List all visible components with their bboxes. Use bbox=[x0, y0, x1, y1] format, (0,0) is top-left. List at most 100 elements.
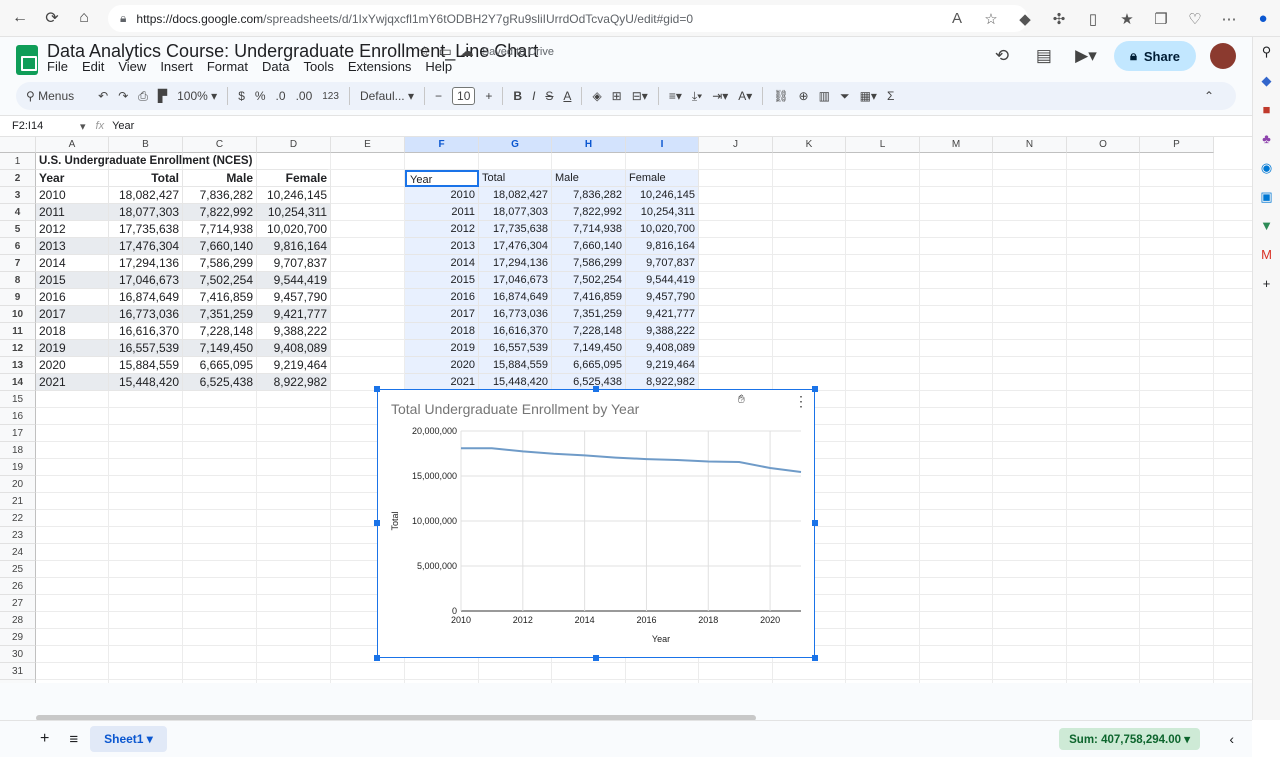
table-cell[interactable]: 17,294,136 bbox=[109, 255, 183, 272]
header-cell[interactable]: Year bbox=[36, 170, 109, 187]
table-cell[interactable]: 2017 bbox=[36, 306, 109, 323]
row-header[interactable]: 11 bbox=[0, 323, 36, 340]
chart-source-cell[interactable]: 18,082,427 bbox=[479, 187, 552, 204]
version-history-icon[interactable]: ⟲ bbox=[988, 46, 1016, 66]
resize-handle[interactable] bbox=[812, 386, 818, 392]
column-header-n[interactable]: N bbox=[993, 137, 1067, 153]
table-cell[interactable]: 7,714,938 bbox=[183, 221, 257, 238]
table-cell[interactable]: 18,082,427 bbox=[109, 187, 183, 204]
column-header-k[interactable]: K bbox=[773, 137, 846, 153]
table-cell[interactable]: 15,448,420 bbox=[109, 374, 183, 391]
chart-source-cell[interactable]: 9,388,222 bbox=[626, 323, 699, 340]
table-cell[interactable]: 9,816,164 bbox=[257, 238, 331, 255]
home-icon[interactable]: ⌂ bbox=[68, 2, 100, 34]
chart-source-cell[interactable]: 2016 bbox=[405, 289, 479, 306]
move-folder-icon[interactable]: ▭ bbox=[439, 43, 452, 60]
row-header[interactable]: 28 bbox=[0, 612, 36, 629]
all-sheets-icon[interactable]: ≡ bbox=[69, 731, 78, 748]
sum-indicator[interactable]: Sum: 407,758,294.00 ▾ bbox=[1059, 728, 1200, 750]
resize-handle[interactable] bbox=[374, 386, 380, 392]
table-cell[interactable]: 2016 bbox=[36, 289, 109, 306]
functions-icon[interactable]: Σ bbox=[887, 89, 894, 103]
chart-source-cell[interactable]: 17,046,673 bbox=[479, 272, 552, 289]
chart-source-cell[interactable]: 15,884,559 bbox=[479, 357, 552, 374]
menu-data[interactable]: Data bbox=[255, 59, 296, 74]
row-header[interactable]: 24 bbox=[0, 544, 36, 561]
paint-format-icon[interactable]: ▛ bbox=[158, 89, 167, 103]
chart-source-cell[interactable]: 7,586,299 bbox=[552, 255, 626, 272]
copilot-icon[interactable]: ● bbox=[1246, 10, 1280, 27]
resize-handle[interactable] bbox=[593, 655, 599, 661]
table-cell[interactable]: 7,228,148 bbox=[183, 323, 257, 340]
horizontal-align-icon[interactable]: ≡▾ bbox=[669, 89, 682, 103]
table-cell[interactable]: 7,416,859 bbox=[183, 289, 257, 306]
back-arrow-icon[interactable]: ← bbox=[4, 2, 36, 34]
share-button[interactable]: 🔒︎ Share bbox=[1114, 41, 1196, 71]
insert-chart-icon[interactable]: ▥ bbox=[819, 89, 830, 103]
fill-color-icon[interactable]: ◈ bbox=[592, 89, 601, 103]
row-header[interactable]: 23 bbox=[0, 527, 36, 544]
column-header-c[interactable]: C bbox=[183, 137, 257, 153]
chart-source-cell[interactable]: 9,707,837 bbox=[626, 255, 699, 272]
chart-source-cell[interactable]: 2011 bbox=[405, 204, 479, 221]
table-cell[interactable]: 10,020,700 bbox=[257, 221, 331, 238]
table-cell[interactable]: 9,408,089 bbox=[257, 340, 331, 357]
table-cell[interactable]: 6,525,438 bbox=[183, 374, 257, 391]
chart-source-cell[interactable]: 16,557,539 bbox=[479, 340, 552, 357]
table-cell[interactable]: 7,502,254 bbox=[183, 272, 257, 289]
table-cell[interactable]: 18,077,303 bbox=[109, 204, 183, 221]
chart-source-header-cell[interactable]: Female bbox=[626, 170, 699, 187]
menu-tools[interactable]: Tools bbox=[296, 59, 340, 74]
chart-source-cell[interactable]: 7,836,282 bbox=[552, 187, 626, 204]
table-cell[interactable]: 16,557,539 bbox=[109, 340, 183, 357]
chart-source-cell[interactable]: 16,874,649 bbox=[479, 289, 552, 306]
strikethrough-icon[interactable]: S bbox=[545, 89, 553, 103]
row-header[interactable]: 18 bbox=[0, 442, 36, 459]
chart-source-cell[interactable]: 2012 bbox=[405, 221, 479, 238]
menu-edit[interactable]: Edit bbox=[75, 59, 111, 74]
sheet-tab[interactable]: Sheet1 ▾ bbox=[90, 726, 167, 752]
table-cell[interactable]: 2015 bbox=[36, 272, 109, 289]
row-header[interactable]: 3 bbox=[0, 187, 36, 204]
table-cell[interactable]: 2013 bbox=[36, 238, 109, 255]
address-bar[interactable]: 🔒︎ https://docs.google.com /spreadsheets… bbox=[108, 5, 1028, 32]
chart-source-cell[interactable]: 10,246,145 bbox=[626, 187, 699, 204]
menus-search-button[interactable]: ⚲ Menus bbox=[26, 89, 74, 103]
row-header[interactable]: 27 bbox=[0, 595, 36, 612]
table-cell[interactable]: 10,254,311 bbox=[257, 204, 331, 221]
bold-icon[interactable]: B bbox=[513, 89, 522, 103]
table-cell[interactable]: 17,476,304 bbox=[109, 238, 183, 255]
table-cell[interactable]: 7,586,299 bbox=[183, 255, 257, 272]
chart-source-cell[interactable]: 17,735,638 bbox=[479, 221, 552, 238]
tools-briefcase-icon[interactable]: ■ bbox=[1253, 95, 1280, 124]
text-rotation-icon[interactable]: A▾ bbox=[738, 89, 752, 103]
table-cell[interactable]: 6,665,095 bbox=[183, 357, 257, 374]
menu-file[interactable]: File bbox=[40, 59, 75, 74]
filter-icon[interactable]: ⏷ bbox=[840, 89, 850, 104]
row-header[interactable]: 29 bbox=[0, 629, 36, 646]
performance-icon[interactable]: ♡ bbox=[1178, 10, 1212, 28]
column-header-g[interactable]: G bbox=[479, 137, 552, 153]
chart-source-cell[interactable]: 16,616,370 bbox=[479, 323, 552, 340]
row-header[interactable]: 12 bbox=[0, 340, 36, 357]
table-cell[interactable]: 8,922,982 bbox=[257, 374, 331, 391]
table-cell[interactable]: 17,046,673 bbox=[109, 272, 183, 289]
chart-source-cell[interactable]: 2020 bbox=[405, 357, 479, 374]
resize-handle[interactable] bbox=[593, 386, 599, 392]
chart-source-cell[interactable]: 17,294,136 bbox=[479, 255, 552, 272]
chart-source-cell[interactable]: 7,714,938 bbox=[552, 221, 626, 238]
merge-cells-icon[interactable]: ⊟▾ bbox=[632, 89, 648, 103]
table-cell[interactable]: 15,884,559 bbox=[109, 357, 183, 374]
select-all-corner[interactable] bbox=[0, 137, 36, 153]
table-cell[interactable]: 2010 bbox=[36, 187, 109, 204]
row-header[interactable]: 15 bbox=[0, 391, 36, 408]
sheets-logo-icon[interactable] bbox=[16, 45, 38, 75]
table-cell[interactable]: 2014 bbox=[36, 255, 109, 272]
row-header[interactable]: 4 bbox=[0, 204, 36, 221]
favorite-star-icon[interactable]: ☆ bbox=[974, 10, 1008, 28]
table-cell[interactable]: 2019 bbox=[36, 340, 109, 357]
collapse-side-panel-icon[interactable]: ‹ bbox=[1229, 731, 1234, 747]
row-header[interactable]: 16 bbox=[0, 408, 36, 425]
row-header[interactable]: 25 bbox=[0, 561, 36, 578]
table-cell[interactable]: 9,707,837 bbox=[257, 255, 331, 272]
